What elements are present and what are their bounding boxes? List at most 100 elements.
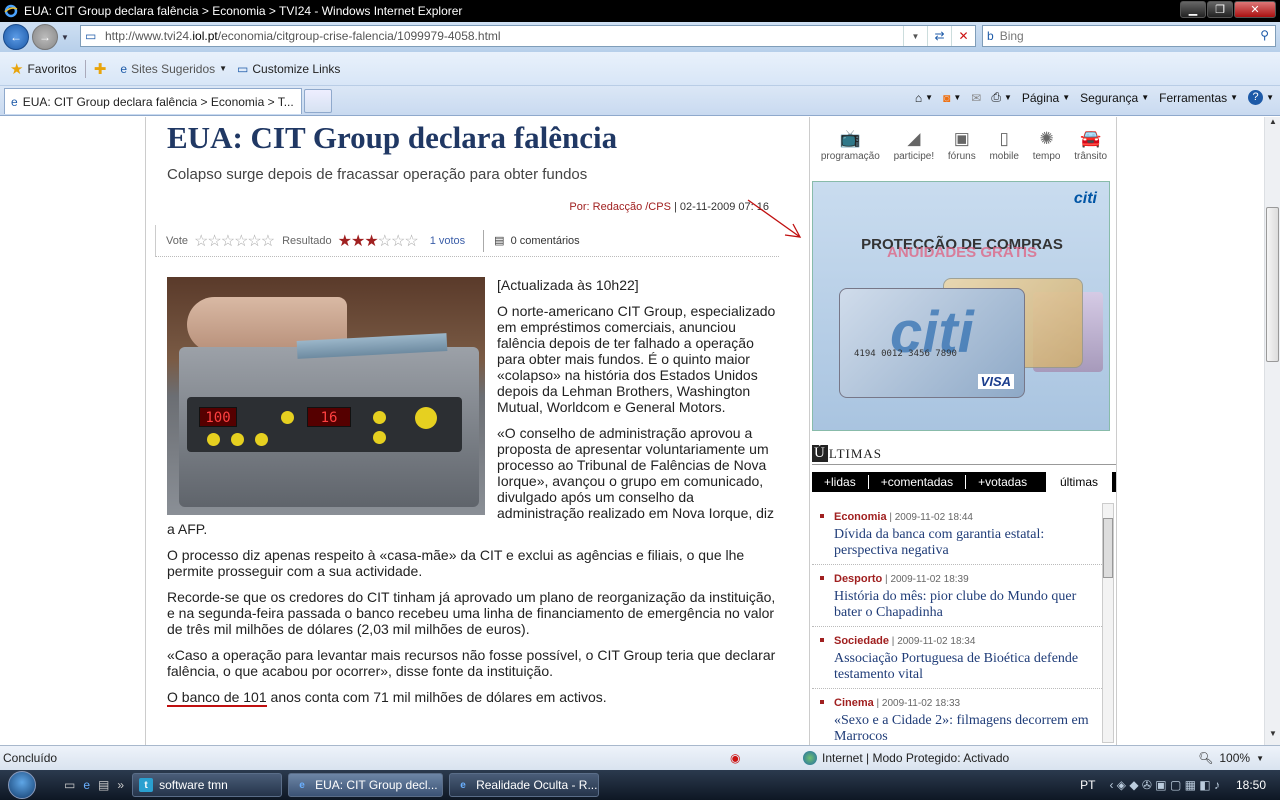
stop-icon[interactable]: ✕ xyxy=(951,26,975,46)
back-button[interactable]: ← xyxy=(3,24,29,50)
more-icon[interactable]: » xyxy=(117,778,124,792)
nav-mobile[interactable]: ▯ mobile xyxy=(989,129,1018,162)
tools-menu[interactable]: Ferramentas ▼ xyxy=(1159,91,1238,105)
add-favorite-icon[interactable]: ✚ xyxy=(94,60,107,78)
tab-ultimas[interactable]: últimas xyxy=(1046,472,1116,492)
news-title[interactable]: «Sexo e a Cidade 2»: filmagens decorrem … xyxy=(834,713,1102,745)
nav-tempo[interactable]: ✺ tempo xyxy=(1033,129,1061,162)
vote-label: Vote xyxy=(166,234,189,247)
address-dropdown-icon[interactable]: ▼ xyxy=(903,26,927,46)
privacy-icon[interactable]: ◉ xyxy=(730,751,740,765)
comments-link[interactable]: 0 comentários xyxy=(511,235,580,247)
author-link[interactable]: Por: Redacção /CPS xyxy=(569,201,671,213)
list-item[interactable]: Economia | 2009-11-02 18:44 Dívida da ba… xyxy=(812,503,1102,565)
weather-icon: ✺ xyxy=(1039,129,1054,148)
windows-taskbar: ▭ e ▤ » t software tmn e EUA: CIT Group de… xyxy=(0,770,1280,800)
bing-icon: b xyxy=(987,29,994,43)
taskbar-item-ie-cit[interactable]: e EUA: CIT Group decl... xyxy=(288,773,444,797)
ie-icon: e xyxy=(299,779,305,791)
show-desktop-icon[interactable]: ▭ xyxy=(64,778,75,792)
print-button[interactable]: ⎙ ▼ xyxy=(991,90,1012,105)
mail-button[interactable]: ✉ xyxy=(971,91,981,105)
refresh-icon[interactable]: ⇄ xyxy=(927,26,951,46)
clock[interactable]: 18:50 xyxy=(1236,778,1266,792)
home-button[interactable]: ⌂ ▼ xyxy=(915,91,933,105)
news-category[interactable]: Desporto xyxy=(834,573,882,585)
nav-programacao[interactable]: 📺 programação xyxy=(821,129,880,162)
maximize-button[interactable]: ❐ xyxy=(1207,1,1233,18)
highlighted-phrase[interactable]: O banco de 101 xyxy=(167,689,267,707)
tab-mais-votadas[interactable]: +votadas xyxy=(966,475,1039,489)
news-tabs: +lidas +comentadas +votadas últimas xyxy=(812,472,1116,492)
megaphone-icon: ◢ xyxy=(907,129,921,148)
switch-windows-icon[interactable]: ▤ xyxy=(98,778,109,792)
star-icon: ★ xyxy=(10,60,24,78)
security-menu[interactable]: Segurança ▼ xyxy=(1080,91,1149,105)
scrollbar-thumb[interactable] xyxy=(1266,207,1279,362)
help-icon: ? xyxy=(1248,90,1264,105)
address-url[interactable]: http://www.tvi24.iol.pt/economia/citgrou… xyxy=(105,29,903,43)
nav-foruns[interactable]: ▣ fóruns xyxy=(948,129,976,162)
tray-icons[interactable]: ‹ ◈ ◆ ✇ ▣ ▢ ▦ ◧ ♪ xyxy=(1109,778,1220,792)
tab-mais-lidas[interactable]: +lidas xyxy=(812,475,869,489)
recent-pages-dropdown-icon[interactable]: ▼ xyxy=(61,33,69,42)
start-button[interactable] xyxy=(0,770,44,800)
new-tab-button[interactable] xyxy=(304,89,332,113)
news-title[interactable]: Associação Portuguesa de Bioética defend… xyxy=(834,651,1102,683)
nav-participe[interactable]: ◢ participe! xyxy=(894,129,935,162)
taskbar-item-ie-realidade[interactable]: e Realidade Oculta - R... xyxy=(449,773,600,797)
status-text: Concluído xyxy=(3,751,58,765)
news-category[interactable]: Sociedade xyxy=(834,635,889,647)
tab-mais-comentadas[interactable]: +comentadas xyxy=(869,475,967,489)
divider xyxy=(84,59,86,78)
rss-icon: ◙ xyxy=(943,90,951,105)
search-icon[interactable]: ⚲ xyxy=(1260,28,1269,42)
scroll-down-icon[interactable]: ▼ xyxy=(1265,729,1280,745)
page-scrollbar[interactable]: ▲ ▼ xyxy=(1264,117,1280,745)
suggested-sites-link[interactable]: e Sites Sugeridos ▼ xyxy=(120,62,227,76)
feeds-button[interactable]: ◙ ▼ xyxy=(943,91,961,105)
search-box[interactable]: b Bing ⚲ xyxy=(982,25,1276,47)
citi-advertisement[interactable]: citi PROTECÇÃO DE COMPRAS ANUIDADES GRÁT… xyxy=(812,181,1110,431)
article-paragraph-5: «Caso a operação para levantar mais recu… xyxy=(167,647,776,679)
minimize-button[interactable]: ▁ xyxy=(1180,1,1206,18)
app-icon: t xyxy=(139,778,154,792)
page-content: EUA: CIT Group declara falência Colapso … xyxy=(0,117,1264,745)
language-indicator[interactable]: PT xyxy=(1080,778,1095,792)
news-list-scrollbar[interactable] xyxy=(1102,503,1114,743)
browser-tab-active[interactable]: e EUA: CIT Group declara falência > Econo… xyxy=(4,88,302,114)
scroll-up-icon[interactable]: ▲ xyxy=(1265,117,1280,133)
ie-quicklaunch-icon[interactable]: e xyxy=(83,778,90,792)
latest-news-title: Ú LTIMAS xyxy=(812,445,1116,465)
list-item[interactable]: Desporto | 2009-11-02 18:39 História do … xyxy=(812,565,1102,627)
help-button[interactable]: ? ▼ xyxy=(1248,90,1274,105)
taskbar-item-software-tmn[interactable]: t software tmn xyxy=(132,773,283,797)
page-menu[interactable]: Página ▼ xyxy=(1022,91,1070,105)
news-title[interactable]: Dívida da banca com garantia estatal: pe… xyxy=(834,527,1102,559)
list-item[interactable]: Sociedade | 2009-11-02 18:34 Associação … xyxy=(812,627,1102,689)
customize-links-link[interactable]: ▭ Customize Links xyxy=(237,62,340,76)
credit-card: citi 4194 0012 3456 7890 VISA xyxy=(839,288,1025,398)
printer-icon: ⎙ xyxy=(991,90,1001,104)
zoom-icon: 🔍︎ xyxy=(1198,751,1214,765)
news-category[interactable]: Cinema xyxy=(834,697,874,709)
zoom-control[interactable]: 🔍︎ 100% ▼ xyxy=(1198,751,1264,765)
list-item[interactable]: Cinema | 2009-11-02 18:33 «Sexo e a Cida… xyxy=(812,689,1102,745)
votes-link[interactable]: 1 votos xyxy=(430,235,465,247)
nav-transito[interactable]: 🚘 trânsito xyxy=(1074,129,1107,162)
windows-logo-icon xyxy=(8,771,36,799)
news-title[interactable]: História do mês: pior clube do Mundo que… xyxy=(834,589,1102,621)
visa-logo: VISA xyxy=(977,374,1014,389)
page-icon: ▭ xyxy=(85,29,97,43)
tab-bar: e EUA: CIT Group declara falência > Econo… xyxy=(0,86,1280,116)
favorites-button[interactable]: ★ Favoritos xyxy=(10,60,77,78)
security-zone[interactable]: Internet | Modo Protegido: Activado xyxy=(803,751,1009,765)
close-window-button[interactable]: ✕ xyxy=(1234,1,1276,18)
article-byline: Por: Redacção /CPS | 02-11-2009 07: 16 xyxy=(569,201,769,213)
vote-stars[interactable]: ☆☆☆☆☆☆ xyxy=(194,231,275,251)
address-bar[interactable]: ▭ http://www.tvi24.iol.pt/economia/citgr… xyxy=(80,25,976,47)
forward-button[interactable]: → xyxy=(32,24,58,50)
article-paragraph-3: O processo diz apenas respeito à «casa-m… xyxy=(167,547,745,579)
mail-icon: ✉ xyxy=(971,90,982,105)
news-category[interactable]: Economia xyxy=(834,511,887,523)
